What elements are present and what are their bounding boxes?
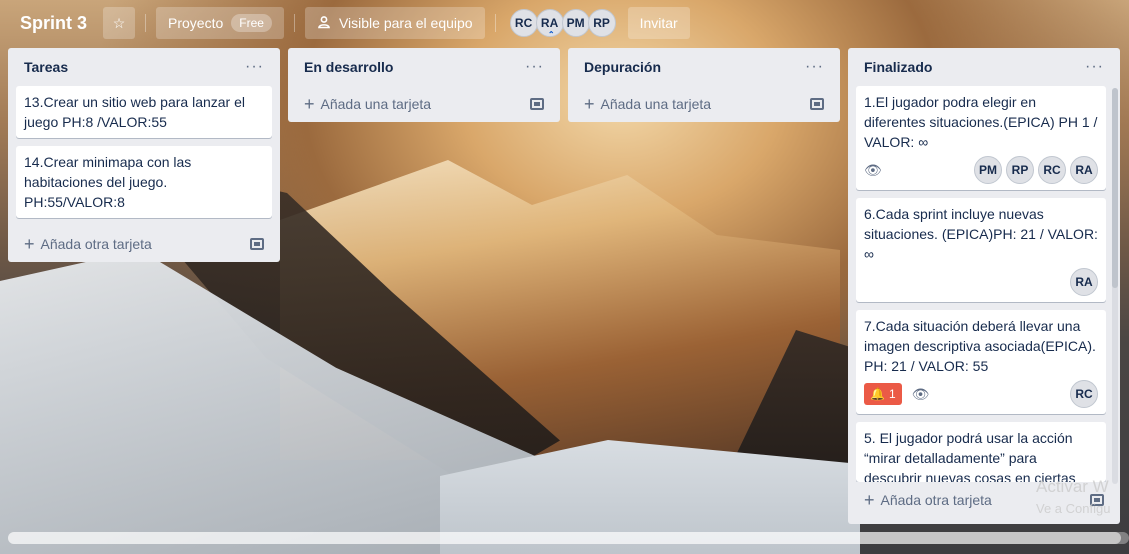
team-visibility-icon <box>317 15 331 32</box>
plus-icon: + <box>584 94 595 114</box>
card-badges: 🔔 1 👁 RC <box>864 380 1098 408</box>
card-badge-group: 🔔 1 👁 <box>864 383 929 405</box>
header-divider <box>494 14 496 32</box>
list-header: En desarrollo ··· <box>296 48 552 86</box>
add-card-label: Añada otra tarjeta <box>40 236 152 252</box>
card-title: 6.Cada sprint incluye nuevas situaciones… <box>864 206 1098 262</box>
card-title: 13.Crear un sitio web para lanzar el jue… <box>24 94 246 130</box>
avatar[interactable]: RP <box>587 9 616 37</box>
avatar[interactable]: RA <box>1070 268 1098 296</box>
header-divider <box>293 14 295 32</box>
invite-button[interactable]: Invitar <box>627 7 690 39</box>
list-cards: 1.El jugador podra elegir en diferentes … <box>856 86 1112 482</box>
card-title: 1.El jugador podra elegir en diferentes … <box>864 94 1098 150</box>
avatar[interactable]: RC <box>1070 380 1098 408</box>
avatar[interactable]: RC <box>509 9 538 37</box>
card-members: RC <box>1070 380 1098 408</box>
board-header: Sprint 3 ☆ Proyecto Free Visible para el… <box>0 0 1129 46</box>
list-scrollbar[interactable] <box>1112 88 1118 288</box>
visibility-label: Visible para el equipo <box>338 15 473 31</box>
card[interactable]: 13.Crear un sitio web para lanzar el jue… <box>16 86 272 138</box>
star-button[interactable]: ☆ <box>103 7 136 39</box>
plus-icon: + <box>864 490 875 510</box>
add-card-label-group: + Añada una tarjeta <box>304 95 431 113</box>
card-template-icon[interactable] <box>530 98 544 110</box>
card[interactable]: 1.El jugador podra elegir en diferentes … <box>856 86 1106 190</box>
add-card-button[interactable]: + Añada una tarjeta <box>576 86 832 122</box>
list-title[interactable]: Depuración <box>584 59 661 75</box>
background-mountain-peak <box>280 160 840 460</box>
avatar-initials: RA <box>540 16 559 30</box>
ellipsis-icon[interactable]: ··· <box>805 59 824 75</box>
card-badges: 👁 PM RP RC RA <box>864 156 1098 184</box>
plus-icon: + <box>304 94 315 114</box>
list-header: Finalizado ··· <box>856 48 1112 86</box>
card-badge-group: 👁 <box>864 160 882 180</box>
ellipsis-icon[interactable]: ··· <box>245 59 264 75</box>
plan-badge: Free <box>231 14 272 32</box>
list-depuracion: Depuración ··· + Añada una tarjeta <box>568 48 840 122</box>
card-badges: RA <box>864 268 1098 296</box>
bell-icon: 🔔 <box>870 387 885 401</box>
add-card-label-group: + Añada una tarjeta <box>584 95 711 113</box>
watermark-line1: Activar W <box>1036 477 1109 496</box>
list-en-desarrollo: En desarrollo ··· + Añada una tarjeta <box>288 48 560 122</box>
add-card-label-group: + Añada otra tarjeta <box>24 235 152 253</box>
avatar[interactable]: RC <box>1038 156 1066 184</box>
list-header: Depuración ··· <box>576 48 832 86</box>
list-title[interactable]: En desarrollo <box>304 59 393 75</box>
header-divider <box>145 14 147 32</box>
background-snow-left <box>0 250 560 554</box>
eye-icon: 👁 <box>911 386 930 402</box>
watermark-line2: Ve a Configu <box>1036 501 1111 516</box>
eye-icon: 👁 <box>864 162 882 178</box>
avatar[interactable]: PM <box>974 156 1002 184</box>
add-card-label-group: + Añada otra tarjeta <box>864 491 992 509</box>
notification-count: 1 <box>888 387 896 401</box>
workspace-label: Proyecto <box>168 15 224 31</box>
add-card-button[interactable]: + Añada otra tarjeta <box>16 226 272 262</box>
card[interactable]: 7.Cada situación deberá llevar una image… <box>856 310 1106 414</box>
list-title[interactable]: Tareas <box>24 59 68 75</box>
ellipsis-icon[interactable]: ··· <box>525 59 544 75</box>
list-finalizado: Finalizado ··· 1.El jugador podra elegir… <box>848 48 1120 524</box>
list-header: Tareas ··· <box>16 48 272 86</box>
workspace-button[interactable]: Proyecto Free <box>156 7 284 39</box>
card-title: 5. El jugador podrá usar la acción “mira… <box>864 430 1076 482</box>
admin-icon: ⌃ <box>547 30 555 39</box>
notification-badge: 🔔 1 <box>864 383 902 405</box>
card-title: 14.Crear minimapa con las habitaciones d… <box>24 154 192 210</box>
list-tareas: Tareas ··· 13.Crear un sitio web para la… <box>8 48 280 262</box>
visibility-button[interactable]: Visible para el equipo <box>304 7 485 39</box>
add-card-label: Añada una tarjeta <box>600 96 712 112</box>
card-template-icon[interactable] <box>250 238 264 250</box>
ellipsis-icon[interactable]: ··· <box>1085 59 1104 75</box>
board-members: RC RA ⌃ PM RP <box>509 9 616 39</box>
avatar[interactable]: RA ⌃ <box>535 9 564 39</box>
avatar[interactable]: RA <box>1070 156 1098 184</box>
card[interactable]: 14.Crear minimapa con las habitaciones d… <box>16 146 272 218</box>
card-members: PM RP RC RA <box>974 156 1098 184</box>
background-rock-right <box>700 330 860 530</box>
card[interactable]: 6.Cada sprint incluye nuevas situaciones… <box>856 198 1106 302</box>
board-title[interactable]: Sprint 3 <box>12 7 95 39</box>
card-title: 7.Cada situación deberá llevar una image… <box>864 318 1096 374</box>
add-card-label: Añada otra tarjeta <box>880 492 992 508</box>
activation-watermark: Activar W Ve a Configu <box>1036 476 1110 520</box>
avatar[interactable]: PM <box>561 9 590 37</box>
card-members: RA <box>1070 268 1098 296</box>
add-card-button[interactable]: + Añada una tarjeta <box>296 86 552 122</box>
card[interactable]: 5. El jugador podrá usar la acción “mira… <box>856 422 1106 482</box>
card-template-icon[interactable] <box>810 98 824 110</box>
plus-icon: + <box>24 234 35 254</box>
star-icon: ☆ <box>112 14 126 31</box>
list-title[interactable]: Finalizado <box>864 59 932 75</box>
board-scrollbar[interactable] <box>8 532 1121 544</box>
avatar[interactable]: RP <box>1006 156 1034 184</box>
add-card-label: Añada una tarjeta <box>320 96 432 112</box>
